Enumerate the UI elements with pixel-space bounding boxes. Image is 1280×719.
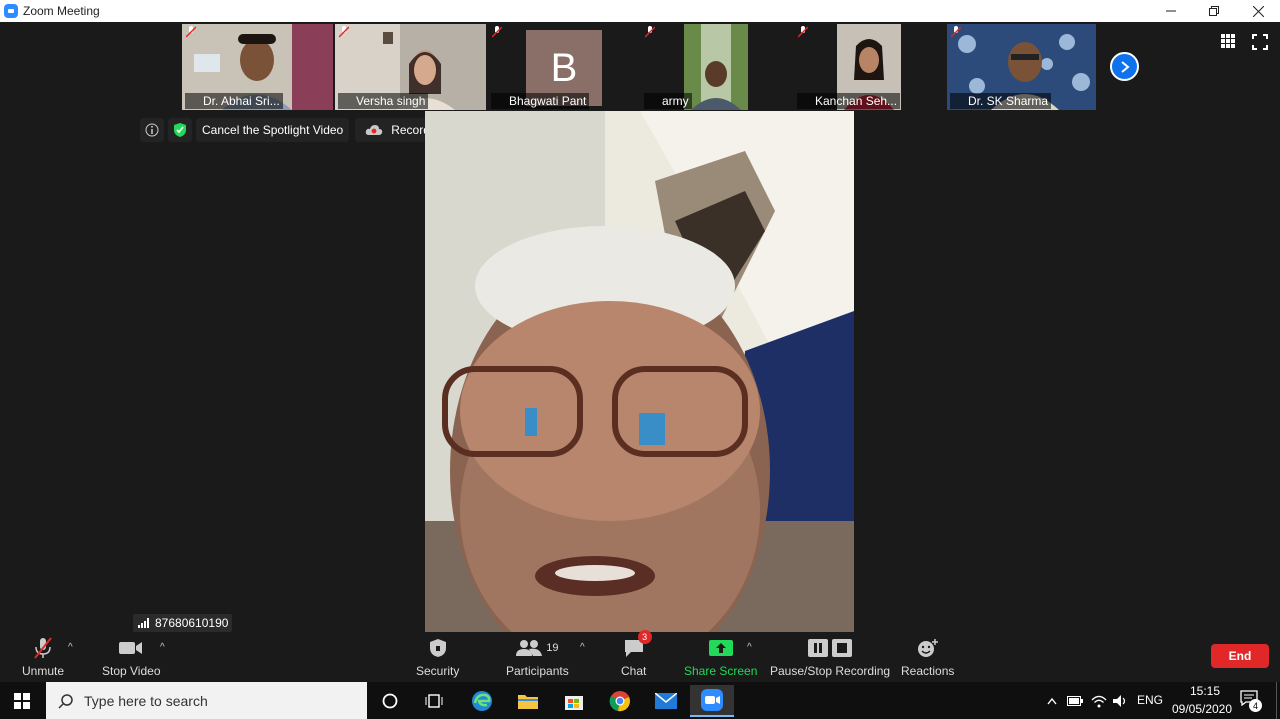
pause-stop-recording-button[interactable]: Pause/Stop Recording: [770, 636, 890, 678]
phone-number: 87680610190: [155, 616, 229, 630]
mail-icon: [655, 693, 677, 709]
start-button[interactable]: [0, 685, 44, 717]
meeting-toolbar: Unmute ^ Stop Video ^ Security 19 Partic…: [0, 630, 1280, 682]
close-button[interactable]: [1236, 0, 1280, 22]
unmute-button[interactable]: Unmute: [22, 636, 64, 678]
share-options-caret[interactable]: ^: [747, 642, 752, 653]
minimize-icon: [1166, 10, 1176, 12]
window-titlebar: Zoom Meeting: [0, 0, 1280, 22]
mic-muted-icon: [34, 637, 52, 659]
cloud-recording-icon: [366, 125, 383, 135]
chat-button[interactable]: 3 Chat: [621, 630, 652, 678]
next-page-button[interactable]: [1110, 52, 1139, 81]
participant-name: Bhagwati Pant: [491, 93, 590, 109]
signal-strength-icon: [138, 618, 149, 628]
wifi-icon[interactable]: [1091, 694, 1107, 708]
battery-icon[interactable]: [1067, 696, 1083, 706]
cancel-spotlight-button[interactable]: Cancel the Spotlight Video: [196, 118, 350, 142]
store-taskbar-button[interactable]: [552, 685, 596, 717]
volume-icon[interactable]: [1112, 694, 1128, 708]
speaker-video: [425, 111, 854, 632]
shield-check-icon: [174, 123, 186, 137]
chrome-taskbar-button[interactable]: [598, 685, 642, 717]
window-title: Zoom Meeting: [23, 4, 100, 18]
smiley-add-icon: [917, 639, 938, 657]
action-center-button[interactable]: 4: [1240, 690, 1262, 712]
folder-icon: [518, 695, 538, 709]
zoom-app-icon: [4, 4, 18, 18]
zoom-taskbar-button[interactable]: [690, 685, 734, 717]
task-view-icon: [425, 694, 443, 708]
search-placeholder: Type here to search: [84, 692, 208, 709]
show-hidden-icons-chevron[interactable]: [1047, 697, 1057, 705]
task-view-button[interactable]: [412, 685, 456, 717]
security-button[interactable]: Security: [416, 636, 459, 678]
participant-thumb[interactable]: army: [641, 24, 792, 110]
participant-thumb[interactable]: Dr. SK Sharma: [947, 24, 1096, 110]
chrome-icon: [609, 691, 630, 712]
notification-count-badge: 4: [1249, 699, 1262, 712]
cortana-button[interactable]: [368, 685, 412, 717]
pause-icon: [808, 639, 829, 657]
participant-thumb[interactable]: Kanchan Seh...: [794, 24, 945, 110]
participants-icon: [516, 640, 543, 656]
participant-thumb[interactable]: B Bhagwati Pant: [488, 24, 639, 110]
zoom-icon: [701, 689, 723, 711]
share-screen-icon: [708, 640, 733, 656]
stop-video-button[interactable]: Stop Video: [102, 636, 161, 678]
clock-date[interactable]: 09/05/2020: [1167, 702, 1237, 716]
participants-options-caret[interactable]: ^: [580, 642, 585, 653]
mic-muted-icon: [645, 26, 655, 38]
edge-taskbar-button[interactable]: [460, 685, 504, 717]
restore-icon: [1209, 6, 1219, 16]
phone-connection-indicator: 87680610190: [133, 614, 233, 632]
participant-name: army: [644, 93, 692, 109]
participants-button[interactable]: 19 Participants: [506, 636, 569, 678]
restore-button[interactable]: [1192, 0, 1236, 22]
chat-unread-badge: 3: [637, 630, 652, 644]
info-icon: [145, 123, 159, 137]
mic-muted-icon: [798, 26, 808, 38]
close-icon: [1252, 5, 1264, 17]
windows-taskbar: Type here to search ENG 15:15 09/05/2020…: [0, 682, 1280, 719]
mic-muted-icon: [186, 26, 196, 38]
mic-muted-icon: [339, 26, 349, 38]
taskbar-search-box[interactable]: Type here to search: [46, 682, 367, 719]
mail-taskbar-button[interactable]: [644, 685, 688, 717]
language-indicator[interactable]: ENG: [1137, 693, 1163, 707]
video-camera-icon: [119, 642, 143, 654]
chevron-right-icon: [1120, 60, 1130, 73]
stop-icon: [832, 639, 853, 657]
mic-muted-icon: [492, 26, 502, 38]
participant-thumb[interactable]: Versha singh: [335, 24, 486, 110]
participant-name: Dr. SK Sharma: [950, 93, 1052, 109]
shield-icon: [429, 639, 446, 657]
encryption-shield-button[interactable]: [168, 118, 192, 142]
participant-name: Versha singh: [338, 93, 429, 109]
search-icon: [58, 693, 73, 709]
video-options-caret[interactable]: ^: [160, 642, 165, 653]
clock-time[interactable]: 15:15: [1170, 684, 1240, 698]
show-desktop-button[interactable]: [1276, 682, 1280, 719]
participant-name: Kanchan Seh...: [797, 93, 901, 109]
minimize-button[interactable]: [1149, 0, 1193, 22]
end-meeting-button[interactable]: End: [1211, 644, 1269, 668]
participant-thumb[interactable]: Dr. Abhai Sri...: [182, 24, 333, 110]
mic-muted-icon: [951, 26, 961, 38]
fullscreen-icon[interactable]: [1252, 34, 1268, 50]
meeting-info-button[interactable]: [140, 118, 164, 142]
participants-count: 19: [546, 642, 559, 654]
windows-logo-icon: [14, 693, 30, 709]
participant-name: Dr. Abhai Sri...: [185, 93, 283, 109]
edge-browser-icon: [472, 691, 492, 711]
audio-options-caret[interactable]: ^: [68, 642, 73, 653]
cortana-icon: [382, 693, 398, 709]
spotlight-video: [425, 111, 854, 632]
gallery-view-icon[interactable]: [1221, 34, 1235, 48]
file-explorer-taskbar-button[interactable]: [506, 685, 550, 717]
meeting-area: Dr. Abhai Sri... Versha singh B Bhagwati…: [0, 22, 1280, 682]
reactions-button[interactable]: Reactions: [901, 636, 954, 678]
store-bag-icon: [565, 696, 583, 710]
